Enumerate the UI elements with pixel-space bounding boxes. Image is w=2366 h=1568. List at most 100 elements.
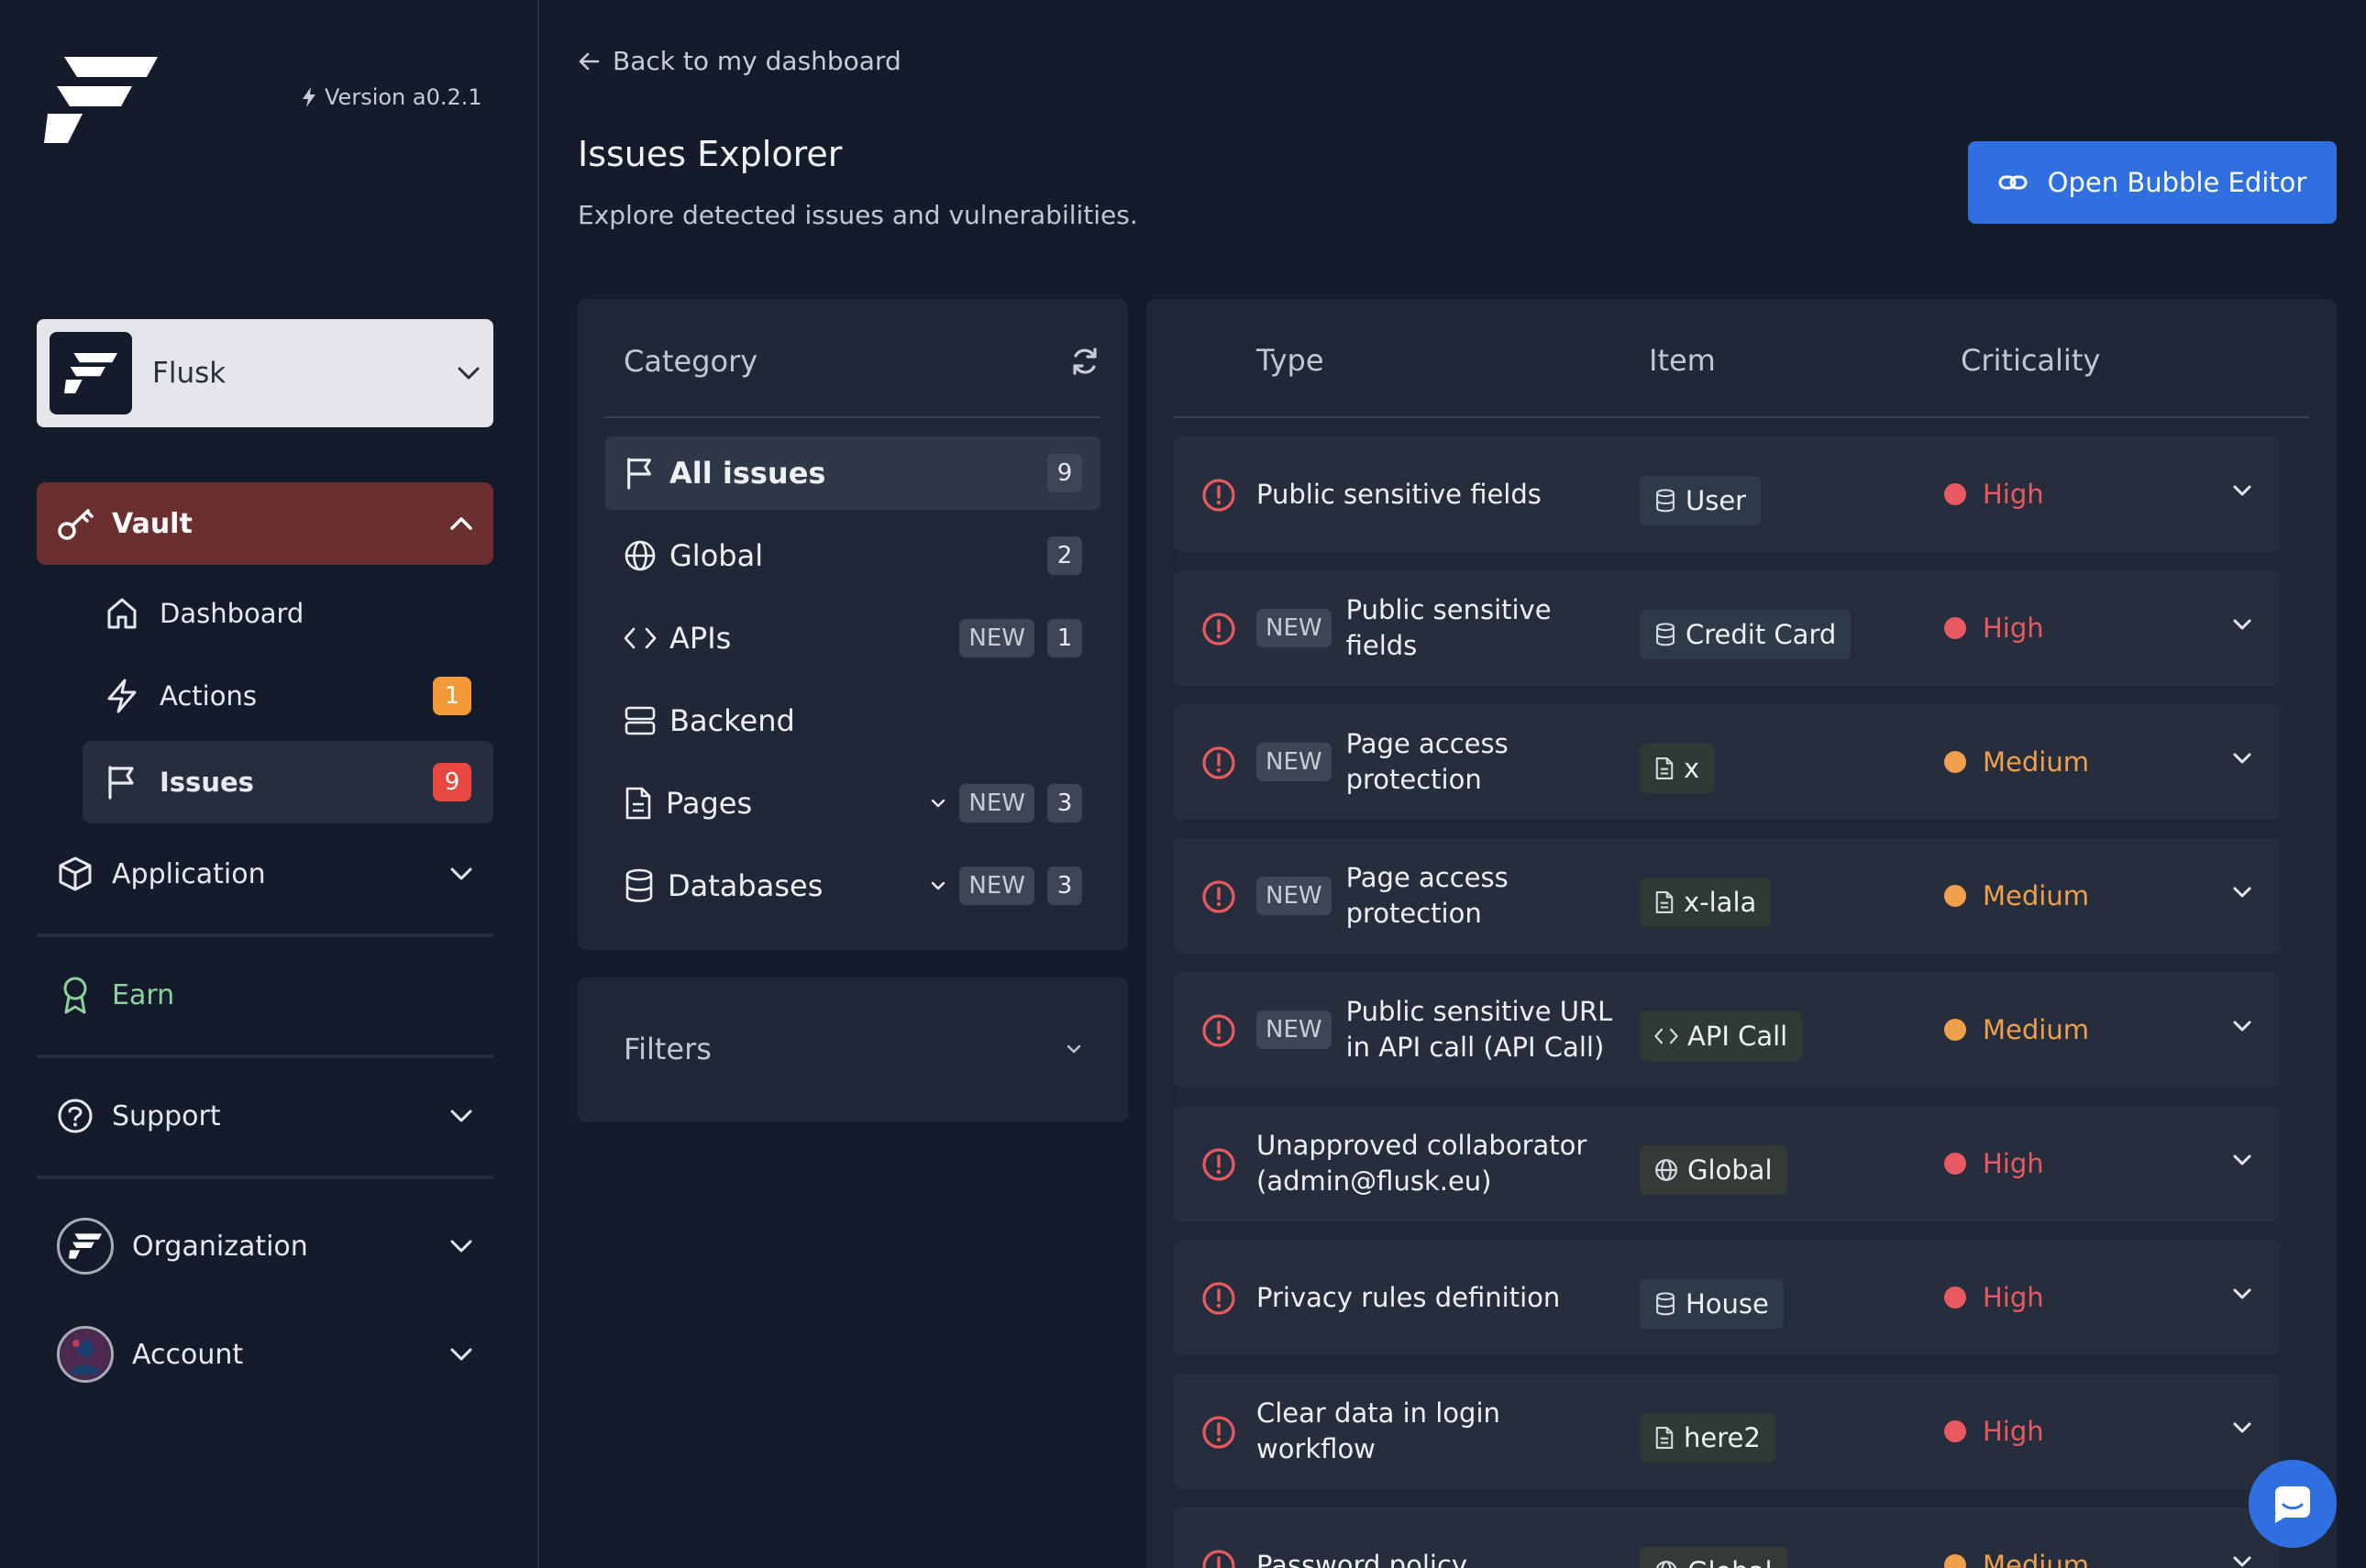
issue-type-text: Password policy bbox=[1256, 1548, 1467, 1568]
organization-avatar bbox=[57, 1218, 114, 1275]
database-icon bbox=[1654, 623, 1676, 646]
issue-criticality: Medium bbox=[1944, 972, 2089, 1088]
issue-row[interactable]: NEW Public sensitive URL in API call (AP… bbox=[1174, 972, 2280, 1088]
alert-icon bbox=[1201, 1281, 1236, 1316]
issue-row[interactable]: NEW Page access protection x Medium bbox=[1174, 704, 2280, 820]
criticality-label: Medium bbox=[1983, 1014, 2089, 1045]
issue-type: Privacy rules definition bbox=[1256, 1240, 1623, 1355]
refresh-icon[interactable] bbox=[1069, 346, 1100, 377]
chevron-down-icon[interactable] bbox=[2230, 1553, 2254, 1568]
category-backend[interactable]: Backend bbox=[605, 684, 1100, 757]
issue-row[interactable]: Password policy Global Medium bbox=[1174, 1507, 2280, 1568]
category-header: Category bbox=[605, 336, 1100, 387]
issue-item-chip[interactable]: Global bbox=[1640, 1145, 1787, 1195]
issue-row[interactable]: NEW Public sensitive fields Credit Card … bbox=[1174, 570, 2280, 686]
back-label: Back to my dashboard bbox=[613, 46, 901, 76]
code-icon bbox=[624, 626, 657, 650]
sidebar-item-organization[interactable]: Organization bbox=[37, 1205, 493, 1287]
issue-row[interactable]: Public sensitive fields User High bbox=[1174, 436, 2280, 552]
issue-item-chip[interactable]: here2 bbox=[1640, 1413, 1775, 1463]
chat-support-button[interactable] bbox=[2249, 1460, 2337, 1548]
link-icon bbox=[1998, 173, 2028, 192]
issue-item-chip[interactable]: House bbox=[1640, 1279, 1784, 1329]
alert-icon bbox=[1201, 879, 1236, 914]
issue-item-label: Credit Card bbox=[1686, 619, 1836, 650]
issue-item-chip[interactable]: API Call bbox=[1640, 1011, 1802, 1061]
issue-row[interactable]: NEW Page access protection x-lala Medium bbox=[1174, 838, 2280, 954]
sidebar-item-dashboard[interactable]: Dashboard bbox=[83, 572, 493, 655]
category-label: Backend bbox=[669, 703, 1082, 738]
issue-type: NEW Public sensitive URL in API call (AP… bbox=[1256, 972, 1623, 1088]
sidebar-item-label: Support bbox=[112, 1100, 449, 1132]
issue-criticality: High bbox=[1944, 1240, 2044, 1355]
issue-type: Public sensitive fields bbox=[1256, 436, 1623, 552]
sidebar-item-earn[interactable]: Earn bbox=[37, 954, 493, 1036]
column-header-type: Type bbox=[1256, 343, 1324, 378]
category-apis[interactable]: APIs NEW 1 bbox=[605, 602, 1100, 675]
category-count: 2 bbox=[1047, 536, 1082, 575]
filters-header[interactable]: Filters bbox=[624, 1023, 1082, 1075]
criticality-label: Medium bbox=[1983, 880, 2089, 911]
category-divider bbox=[605, 416, 1100, 418]
back-to-dashboard-link[interactable]: Back to my dashboard bbox=[578, 46, 901, 76]
issue-row[interactable]: Clear data in login workflow here2 High bbox=[1174, 1374, 2280, 1489]
criticality-label: High bbox=[1983, 1416, 2044, 1447]
vault-menu[interactable]: Vault bbox=[37, 482, 493, 565]
lightning-icon bbox=[303, 87, 315, 107]
sidebar-item-account[interactable]: Account bbox=[37, 1313, 493, 1396]
filters-panel[interactable]: Filters bbox=[578, 977, 1128, 1122]
alert-icon bbox=[1201, 1147, 1236, 1182]
issue-item-chip[interactable]: Credit Card bbox=[1640, 610, 1851, 659]
issue-item-chip[interactable]: x-lala bbox=[1640, 878, 1771, 927]
page-subtitle: Explore detected issues and vulnerabilit… bbox=[578, 200, 1138, 230]
chevron-down-icon bbox=[449, 1239, 473, 1253]
column-header-item: Item bbox=[1649, 343, 1716, 378]
issue-type-text: Page access protection bbox=[1346, 860, 1623, 932]
chevron-down-icon[interactable] bbox=[2230, 1419, 2254, 1436]
sidebar-item-label: Actions bbox=[160, 680, 433, 712]
chevron-down-icon[interactable] bbox=[930, 798, 946, 809]
new-tag: NEW bbox=[959, 619, 1034, 657]
category-databases[interactable]: Databases NEW 3 bbox=[605, 849, 1100, 922]
category-all-issues[interactable]: All issues 9 bbox=[605, 436, 1100, 510]
sidebar-item-application[interactable]: Application bbox=[37, 833, 493, 915]
sidebar-item-support[interactable]: Support bbox=[37, 1075, 493, 1157]
sidebar-item-issues[interactable]: Issues 9 bbox=[83, 741, 493, 823]
issues-count-badge: 9 bbox=[433, 763, 471, 801]
issues-panel: Type Item Criticality Public sensitive f… bbox=[1146, 299, 2337, 1568]
chevron-down-icon bbox=[457, 366, 481, 381]
chevron-down-icon[interactable] bbox=[2230, 616, 2254, 633]
chevron-down-icon[interactable] bbox=[2230, 884, 2254, 900]
chevron-down-icon[interactable] bbox=[2230, 1018, 2254, 1034]
chevron-down-icon[interactable] bbox=[2230, 750, 2254, 767]
flusk-logo[interactable] bbox=[44, 57, 158, 143]
new-tag: NEW bbox=[1256, 609, 1332, 647]
category-pages[interactable]: Pages NEW 3 bbox=[605, 767, 1100, 840]
issue-row[interactable]: Unapproved collaborator (admin@flusk.eu)… bbox=[1174, 1106, 2280, 1221]
org-selector[interactable]: Flusk bbox=[37, 319, 493, 427]
alert-icon bbox=[1201, 1415, 1236, 1450]
page-title: Issues Explorer bbox=[578, 134, 842, 174]
category-label: Pages bbox=[666, 786, 917, 821]
version-text: Version a0.2.1 bbox=[325, 84, 482, 110]
issue-item-chip[interactable]: x bbox=[1640, 744, 1714, 793]
criticality-dot bbox=[1944, 1286, 1966, 1309]
issue-criticality: Medium bbox=[1944, 838, 2089, 954]
criticality-dot bbox=[1944, 483, 1966, 505]
issue-type-text: Public sensitive fields bbox=[1346, 592, 1623, 664]
database-icon bbox=[1654, 1292, 1676, 1316]
issue-type: NEW Page access protection bbox=[1256, 838, 1623, 954]
chevron-down-icon[interactable] bbox=[930, 880, 946, 891]
chevron-down-icon[interactable] bbox=[2230, 1286, 2254, 1302]
chevron-down-icon[interactable] bbox=[2230, 482, 2254, 499]
issue-item-chip[interactable]: User bbox=[1640, 476, 1761, 525]
category-label: All issues bbox=[669, 456, 1034, 491]
issue-row[interactable]: Privacy rules definition House High bbox=[1174, 1240, 2280, 1355]
open-bubble-editor-button[interactable]: Open Bubble Editor bbox=[1968, 141, 2337, 224]
sidebar-item-actions[interactable]: Actions 1 bbox=[83, 655, 493, 737]
issue-item-label: Global bbox=[1687, 1154, 1773, 1186]
chevron-down-icon[interactable] bbox=[2230, 1152, 2254, 1168]
actions-count-badge: 1 bbox=[433, 677, 471, 715]
category-global[interactable]: Global 2 bbox=[605, 519, 1100, 592]
issue-item-chip[interactable]: Global bbox=[1640, 1547, 1787, 1568]
